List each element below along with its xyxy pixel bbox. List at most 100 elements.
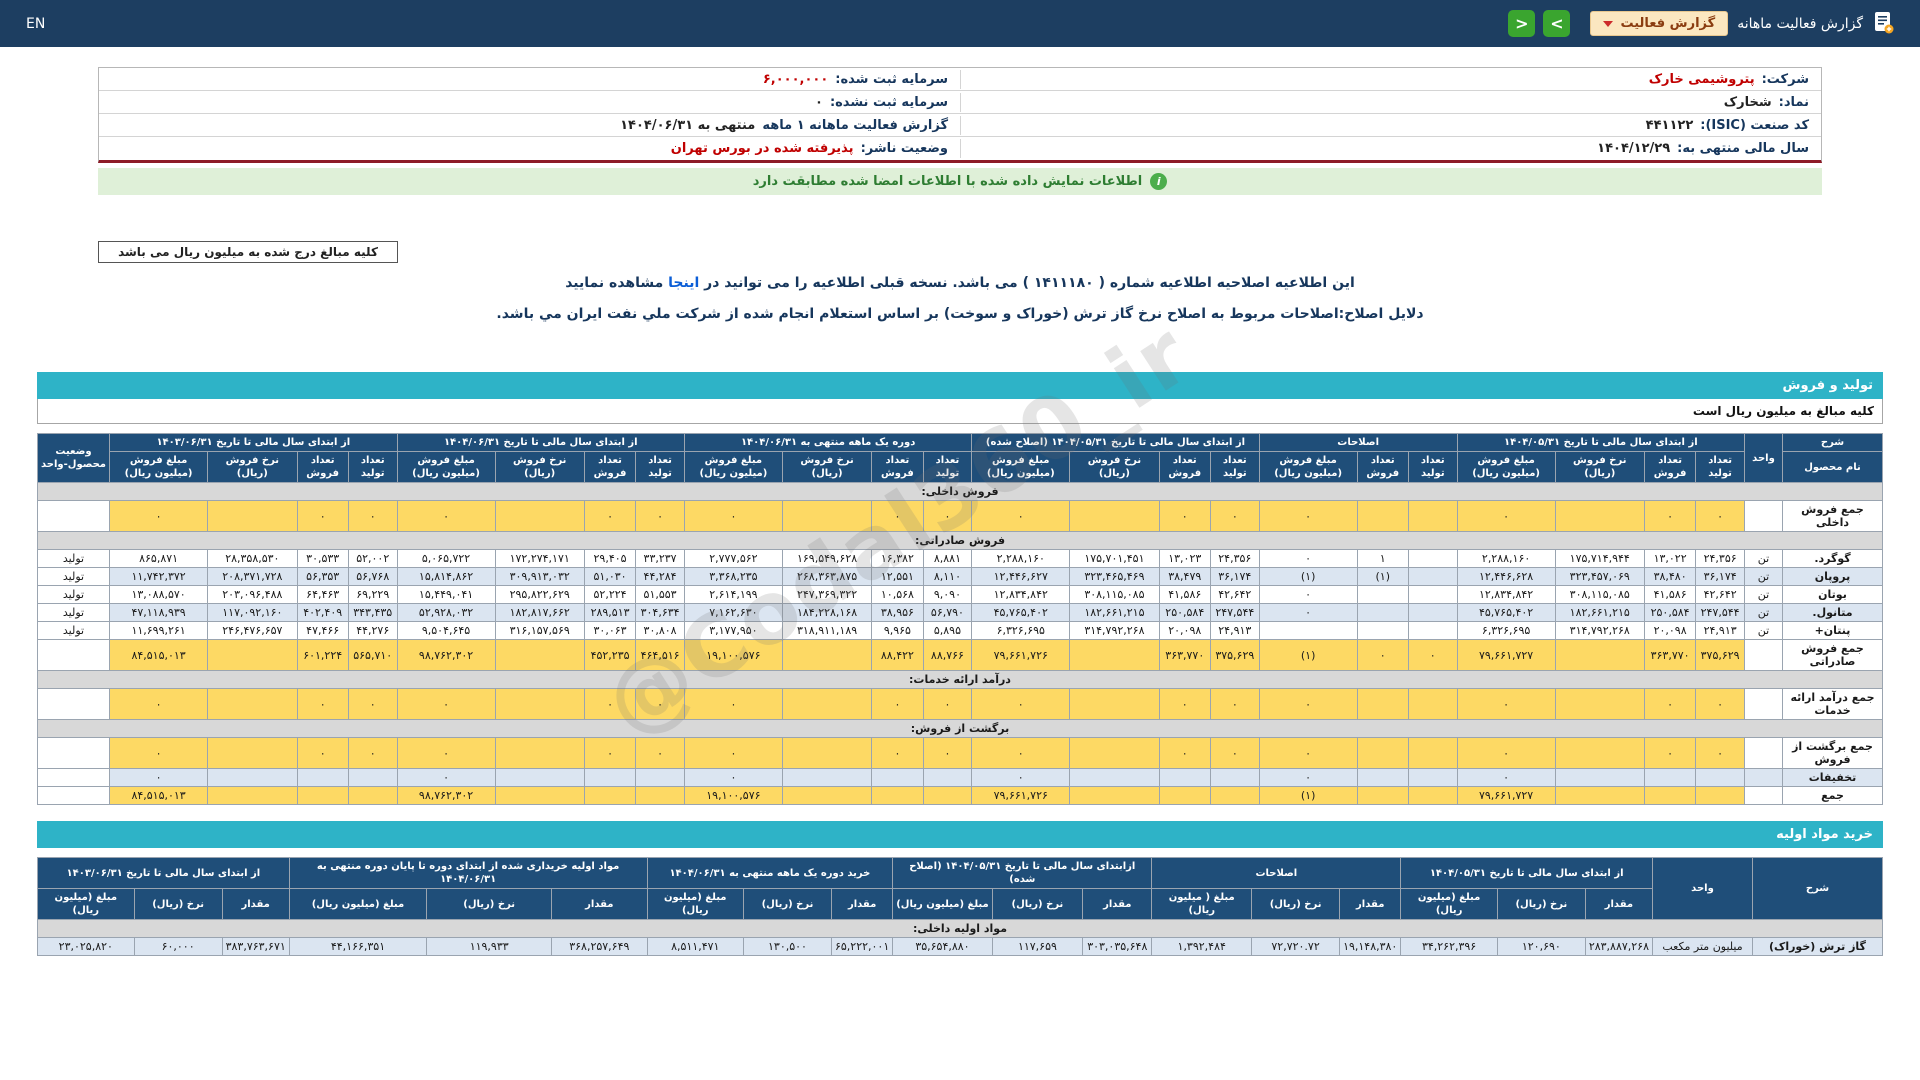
value-cell [495, 689, 584, 720]
section-row-label: مواد اولیه داخلی: [38, 920, 1883, 938]
production-section-header: تولید و فروش [37, 372, 1883, 399]
value-cell: ۴۴,۱۶۶,۳۵۱ [289, 938, 426, 956]
value-cell: ۳۱۶,۱۵۷,۵۶۹ [495, 622, 584, 640]
value-cell: ۹,۹۶۵ [872, 622, 923, 640]
value-cell: ۰ [1259, 689, 1357, 720]
next-report-button[interactable]: > [1543, 10, 1570, 37]
value-cell: ۰ [1159, 501, 1210, 532]
status-cell [38, 640, 110, 671]
value-cell: ۱۳۰,۵۰۰ [743, 938, 831, 956]
value-cell: ۱۳,۰۲۳ [1159, 550, 1210, 568]
value-cell: ۲۵۰,۵۸۴ [1644, 604, 1695, 622]
value-cell: ۷۹,۶۶۱,۷۲۶ [972, 787, 1070, 805]
value-cell: ۱۲,۸۳۴,۸۴۲ [1457, 586, 1555, 604]
group-header: از ابتدای سال مالی تا تاریخ ۱۴۰۳/۰۶/۳۱ [38, 858, 290, 889]
value-cell [1357, 787, 1408, 805]
value-cell: ۰ [923, 738, 972, 769]
table-row: مواد اولیه داخلی: [38, 920, 1883, 938]
row-label: پروپان [1783, 568, 1883, 586]
value-cell: ۲۴۷,۳۶۹,۳۲۲ [782, 586, 871, 604]
value-cell: ۳۸,۴۸۰ [1644, 568, 1695, 586]
value-cell: ۴۵۲,۲۳۵ [584, 640, 635, 671]
value-cell [1408, 568, 1457, 586]
status-cell [38, 689, 110, 720]
value-cell: ۰ [972, 501, 1070, 532]
value-cell: ۰ [348, 501, 397, 532]
value-cell [1644, 769, 1695, 787]
value-cell: ۱۹,۱۰۰,۵۷۶ [684, 640, 782, 671]
tables-area: تولید و فروش کلیه مبالغ به میلیون ریال ا… [37, 372, 1883, 956]
column-header: مقدار [222, 889, 289, 920]
value-cell: ۳,۳۶۸,۲۳۵ [684, 568, 782, 586]
value-cell [1070, 640, 1159, 671]
monthly-report-icon[interactable] [1872, 10, 1894, 38]
value-cell [495, 738, 584, 769]
value-cell: (۱) [1357, 568, 1408, 586]
value-cell: ۰ [1696, 689, 1745, 720]
value-cell: ۵۶,۷۶۸ [348, 568, 397, 586]
value-cell: ۰ [684, 738, 782, 769]
row-label: جمع [1783, 787, 1883, 805]
value-cell [782, 738, 871, 769]
value-cell: ۳۵,۶۵۴,۸۸۰ [893, 938, 992, 956]
value-cell: ۲,۲۸۸,۱۶۰ [1457, 550, 1555, 568]
value-cell: ۴۴,۲۸۴ [636, 568, 685, 586]
value-cell: ۰ [1259, 738, 1357, 769]
column-header: تعداد فروش [1357, 452, 1408, 483]
table-row: برگشت از فروش: [38, 720, 1883, 738]
previous-report-button[interactable]: < [1508, 10, 1535, 37]
status-cell [38, 769, 110, 787]
value-cell: ۲۹۵,۸۲۲,۶۲۹ [495, 586, 584, 604]
value-cell: ۴۵,۷۶۵,۴۰۲ [972, 604, 1070, 622]
row-label: متانول. [1783, 604, 1883, 622]
production-note: کلیه مبالغ به میلیون ریال است [37, 399, 1883, 424]
column-header: نرخ (ریال) [427, 889, 552, 920]
info-value: پذیرفته شده در بورس تهران [671, 141, 854, 156]
report-type-dropdown[interactable]: گزارش فعالیت [1590, 11, 1728, 36]
table-row: درآمد ارائه خدمات: [38, 671, 1883, 689]
value-cell [1210, 769, 1259, 787]
value-cell: ۰ [636, 501, 685, 532]
unit-cell: میلیون متر مکعب [1653, 938, 1753, 956]
value-cell: ۳۰۹,۹۱۳,۰۳۲ [495, 568, 584, 586]
header-row-groups: شرحواحداز ابتدای سال مالی تا تاریخ ۱۴۰۴/… [38, 858, 1883, 889]
value-cell: ۰ [110, 689, 208, 720]
value-cell: ۳۰,۰۶۳ [584, 622, 635, 640]
value-cell: ۰ [684, 769, 782, 787]
info-row: نماد:شخارکسرمایه ثبت نشده:۰ [99, 91, 1821, 114]
info-cell-left: سرمایه ثبت نشده:۰ [99, 93, 960, 112]
value-cell: ۰ [397, 769, 495, 787]
value-cell [584, 769, 635, 787]
value-cell: ۰ [1259, 604, 1357, 622]
value-cell: ۱۷۵,۷۰۱,۴۵۱ [1070, 550, 1159, 568]
column-header: مبلغ ( میلیون ریال) [1152, 889, 1252, 920]
value-cell: ۰ [636, 689, 685, 720]
value-cell: ۷,۱۶۲,۶۳۰ [684, 604, 782, 622]
status-cell: تولید [38, 586, 110, 604]
group-header: اصلاحات [1259, 434, 1457, 452]
value-cell [1696, 769, 1745, 787]
value-cell: ۰ [584, 689, 635, 720]
value-cell [584, 787, 635, 805]
value-cell: ۲۶۸,۳۶۳,۸۷۵ [782, 568, 871, 586]
production-table: شرحواحداز ابتدای سال مالی تا تاریخ ۱۴۰۴/… [37, 433, 1883, 805]
status-cell [38, 501, 110, 532]
column-header: مبلغ (میلیون ریال) [893, 889, 992, 920]
value-cell: ۰ [684, 689, 782, 720]
language-toggle-en[interactable]: EN [26, 16, 45, 32]
value-cell: ۶۹,۲۲۹ [348, 586, 397, 604]
value-cell: ۵۱,۰۳۰ [584, 568, 635, 586]
info-label: گزارش فعالیت ماهانه ۱ ماهه [762, 118, 948, 133]
column-header: مبلغ (میلیون ریال) [38, 889, 135, 920]
column-header: مبلغ فروش (میلیون ریال) [972, 452, 1070, 483]
value-cell: ۵۲,۲۲۴ [584, 586, 635, 604]
group-header: از ابتدای سال مالی تا تاریخ ۱۴۰۴/۰۵/۳۱ [1401, 858, 1653, 889]
value-cell: ۰ [1457, 689, 1555, 720]
value-cell [1696, 787, 1745, 805]
value-cell: ۳۴,۲۶۲,۳۹۶ [1401, 938, 1497, 956]
value-cell: ۰ [348, 689, 397, 720]
unit-cell: تن [1745, 568, 1783, 586]
previous-version-link[interactable]: اینجا [668, 275, 699, 291]
value-cell [636, 787, 685, 805]
info-value: ۶,۰۰۰,۰۰۰ [763, 72, 828, 87]
